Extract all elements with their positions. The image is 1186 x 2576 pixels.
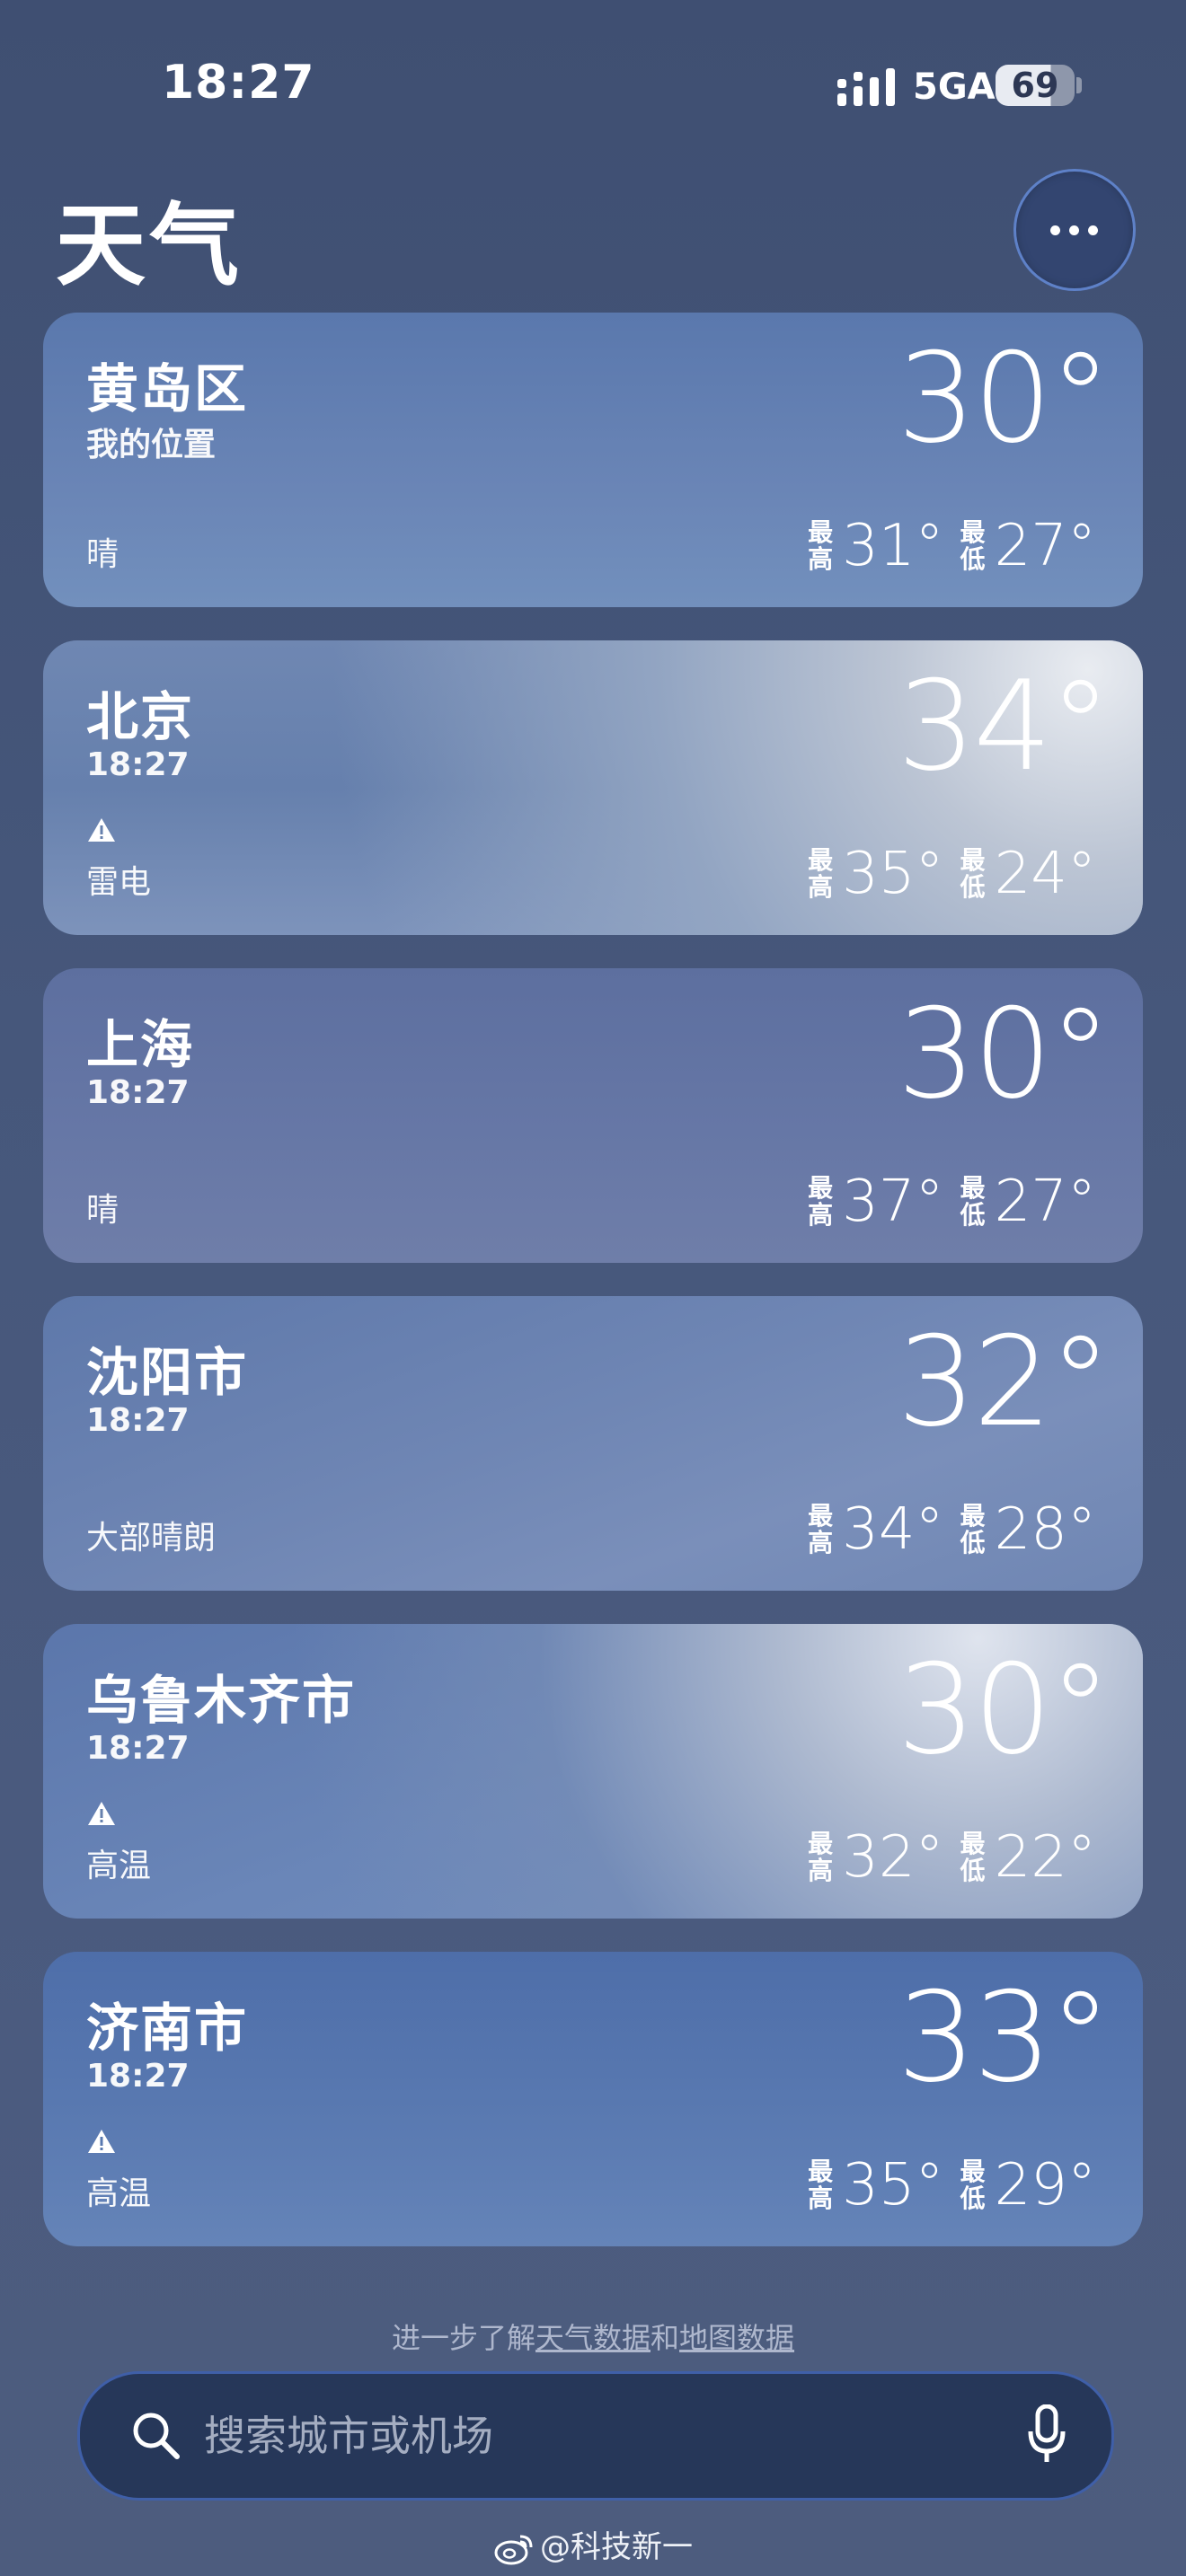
high-label: 最高 [808,1501,834,1557]
low-temperature: 24° [994,841,1096,907]
warning-triangle-icon [88,2130,115,2153]
city-name: 北京 [86,686,195,747]
city-subtitle: 18:27 [86,1402,190,1439]
ellipsis-icon [1050,225,1099,236]
high-label: 最高 [808,1829,834,1885]
page-title: 天气 [56,193,243,298]
current-temperature: 32° [897,1310,1111,1454]
map-data-link[interactable]: 地图数据 [679,2321,794,2355]
note-prefix: 进一步了解 [391,2321,535,2355]
low-label: 最低 [960,1501,986,1557]
low-temperature: 29° [994,2152,1096,2219]
city-name: 黄岛区 [86,358,249,419]
low-temperature: 28° [994,1496,1096,1563]
current-temperature: 30° [897,326,1111,471]
low-label: 最低 [960,845,986,902]
high-low: 最高 35° 最低 29° [808,2151,1103,2219]
data-source-note: 进一步了解天气数据和地图数据 [0,2316,1186,2357]
low-label: 最低 [960,517,986,574]
magnifier-icon [133,2413,180,2459]
weather-data-link[interactable]: 天气数据 [535,2321,651,2355]
city-card[interactable]: 乌鲁木齐市 18:27 高温 30° 最高 32° 最低 22° [43,1624,1143,1919]
high-low: 最高 32° 最低 22° [808,1823,1103,1892]
low-label: 最低 [960,2157,986,2213]
low-label: 最低 [960,1829,986,1885]
high-low: 最高 31° 最低 27° [808,512,1103,580]
city-name: 沈阳市 [86,1342,249,1403]
high-low: 最高 34° 最低 28° [808,1495,1103,1564]
high-label: 最高 [808,1173,834,1230]
search-bar[interactable]: 搜索城市或机场 [77,2371,1114,2501]
high-temperature: 37° [842,1169,944,1235]
city-subtitle: 我的位置 [86,427,217,463]
low-temperature: 27° [994,1169,1096,1235]
city-card[interactable]: 黄岛区 我的位置 晴 30° 最高 31° 最低 27° [43,313,1143,607]
high-temperature: 35° [842,841,944,907]
battery-tip [1076,77,1082,93]
current-temperature: 33° [897,1965,1111,2110]
battery-level: 69 [1011,66,1059,105]
note-and: 和 [651,2321,680,2355]
city-card[interactable]: 沈阳市 18:27 大部晴朗 32° 最高 34° 最低 28° [43,1296,1143,1591]
weather-condition: 大部晴朗 [86,1520,217,1557]
warning-triangle-icon [88,1802,115,1825]
high-temperature: 32° [842,1824,944,1891]
weather-condition: 雷电 [86,864,152,901]
battery-icon: 69 [996,65,1075,106]
city-subtitle: 18:27 [86,746,190,783]
weather-condition: 高温 [86,2175,152,2212]
signal-icon [837,68,895,106]
city-card[interactable]: 北京 18:27 雷电 34° 最高 35° 最低 24° [43,640,1143,935]
high-temperature: 34° [842,1496,944,1563]
warning-triangle-icon [88,818,115,842]
high-temperature: 35° [842,2152,944,2219]
current-temperature: 34° [897,654,1111,798]
current-temperature: 30° [897,982,1111,1126]
network-type: 5GA [913,66,996,108]
low-temperature: 22° [994,1824,1096,1891]
weibo-logo-icon [494,2535,533,2564]
city-card[interactable]: 济南市 18:27 高温 33° 最高 35° 最低 29° [43,1952,1143,2246]
city-name: 乌鲁木齐市 [86,1670,357,1731]
search-input[interactable]: 搜索城市或机场 [204,2374,493,2498]
weather-condition: 晴 [86,1192,119,1229]
weather-condition: 高温 [86,1848,152,1884]
watermark-text: @科技新一 [540,2529,693,2565]
high-label: 最高 [808,517,834,574]
city-subtitle: 18:27 [86,1730,190,1767]
city-card[interactable]: 上海 18:27 晴 30° 最高 37° 最低 27° [43,968,1143,1263]
high-low: 最高 35° 最低 24° [808,840,1103,908]
city-subtitle: 18:27 [86,1074,190,1111]
high-label: 最高 [808,2157,834,2213]
high-label: 最高 [808,845,834,902]
low-label: 最低 [960,1173,986,1230]
watermark: @科技新一 [0,2522,1186,2566]
city-subtitle: 18:27 [86,2058,190,2095]
more-options-button[interactable] [1013,169,1136,291]
current-temperature: 30° [897,1637,1111,1782]
status-bar: 18:27 5GA 69 [0,0,1186,171]
city-name: 济南市 [86,1998,249,2059]
status-time: 18:27 [162,56,315,110]
city-name: 上海 [86,1014,195,1075]
microphone-icon[interactable] [1027,2404,1067,2466]
high-low: 最高 37° 最低 27° [808,1168,1103,1236]
low-temperature: 27° [994,513,1096,579]
high-temperature: 31° [842,513,944,579]
weather-condition: 晴 [86,536,119,573]
